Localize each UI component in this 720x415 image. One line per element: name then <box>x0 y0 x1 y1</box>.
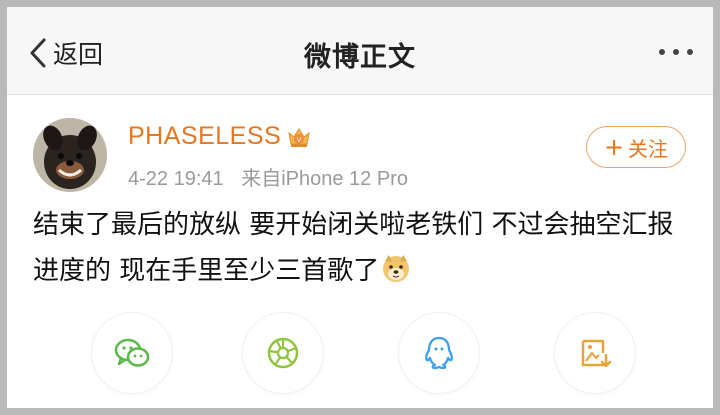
vip-crown-icon: V <box>288 127 310 147</box>
doge-emoji-icon <box>383 255 410 282</box>
wechat-share-icon <box>114 338 150 367</box>
save-image-icon <box>581 339 612 368</box>
qq-share-icon <box>425 336 453 370</box>
top-navbar: 返回 微博正文 <box>7 7 713 95</box>
moments-share-icon <box>267 337 299 369</box>
post-source: 来自iPhone 12 Pro <box>241 168 408 190</box>
follow-button[interactable]: + 关注 <box>586 126 686 168</box>
share-moments-button[interactable] <box>243 313 323 393</box>
svg-text:V: V <box>297 136 302 144</box>
share-qq-button[interactable] <box>399 313 479 393</box>
save-image-button[interactable] <box>555 313 635 393</box>
post-meta: 4-22 19:41 来自iPhone 12 Pro <box>128 162 408 191</box>
post-content: 结束了最后的放纵 要开始闭关啦老铁们 不过会抽空汇报进度的 现在手里至少三首歌了 <box>33 202 689 294</box>
avatar[interactable] <box>33 118 107 192</box>
page-title: 微博正文 <box>304 42 416 73</box>
plus-icon: + <box>603 133 625 161</box>
weibo-post: PHASELESS V 4-22 19:41 来自iPhone 12 Pro +… <box>7 96 713 408</box>
follow-label: 关注 <box>628 136 669 161</box>
share-wechat-button[interactable] <box>92 313 172 393</box>
username[interactable]: PHASELESS V <box>128 122 313 151</box>
share-row <box>7 313 713 393</box>
user-avatar-image <box>33 118 107 192</box>
post-time: 4-22 19:41 <box>128 168 224 190</box>
post-text: 结束了最后的放纵 要开始闭关啦老铁们 不过会抽空汇报进度的 现在手里至少三首歌了 <box>33 210 674 286</box>
more-options-icon[interactable] <box>659 49 693 55</box>
